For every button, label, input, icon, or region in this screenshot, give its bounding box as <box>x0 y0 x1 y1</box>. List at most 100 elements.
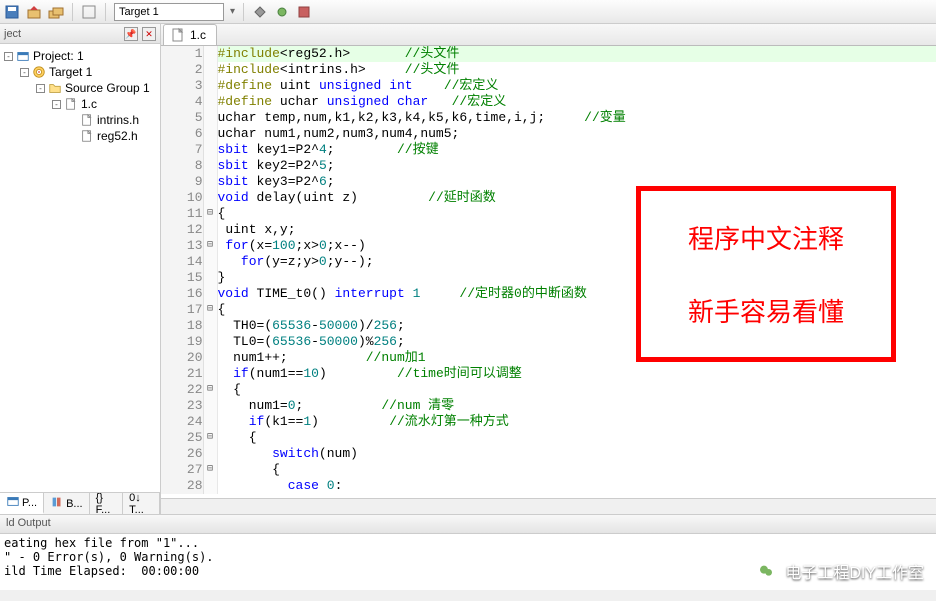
code-line[interactable]: 2#include<intrins.h> //头文件 <box>161 62 936 78</box>
sidebar-tab[interactable]: {} F... <box>90 493 124 514</box>
tree-item[interactable]: - Target 1 <box>0 64 160 80</box>
code-content[interactable]: if(num1==10) //time时间可以调整 <box>217 366 936 382</box>
code-line[interactable]: 6uchar num1,num2,num3,num4,num5; <box>161 126 936 142</box>
code-editor[interactable]: 1#include<reg52.h> //头文件2#include<intrin… <box>161 46 936 498</box>
code-content[interactable]: #include<reg52.h> //头文件 <box>217 46 936 62</box>
tree-item[interactable]: -1.c <box>0 96 160 112</box>
code-content[interactable]: { <box>217 382 936 398</box>
translate-icon[interactable] <box>81 4 97 20</box>
code-line[interactable]: 28 case 0: <box>161 478 936 494</box>
fold-icon[interactable]: ⊟ <box>203 382 217 398</box>
configure-icon[interactable] <box>274 4 290 20</box>
tree-item-label: Target 1 <box>49 65 92 79</box>
main-toolbar: ▾ <box>0 0 936 24</box>
file-tab-1c[interactable]: 1.c <box>163 24 217 45</box>
code-line[interactable]: 26 switch(num) <box>161 446 936 462</box>
tree-item-label: Source Group 1 <box>65 81 150 95</box>
code-line[interactable]: 23 num1=0; //num 清零 <box>161 398 936 414</box>
code-content[interactable]: switch(num) <box>217 446 936 462</box>
code-content[interactable]: #define uchar unsigned char //宏定义 <box>217 94 936 110</box>
code-line[interactable]: 1#include<reg52.h> //头文件 <box>161 46 936 62</box>
fold-icon <box>203 222 217 238</box>
fold-icon[interactable]: ⊟ <box>203 302 217 318</box>
sidebar-close-icon[interactable]: ✕ <box>142 27 156 41</box>
tree-expand-icon[interactable]: - <box>4 52 13 61</box>
line-number: 26 <box>161 446 203 462</box>
code-content[interactable]: uchar temp,num,k1,k2,k3,k4,k5,k6,time,i,… <box>217 110 936 126</box>
sidebar-tab-label: 0↓ T... <box>129 492 153 516</box>
fold-icon[interactable]: ⊟ <box>203 462 217 478</box>
tree-item[interactable]: - Source Group 1 <box>0 80 160 96</box>
target-combo[interactable] <box>114 3 224 21</box>
line-number: 22 <box>161 382 203 398</box>
output-header: ld Output <box>0 514 936 534</box>
code-line[interactable]: 7 sbit key1=P2^4; //按键 <box>161 142 936 158</box>
file-icon <box>80 113 94 127</box>
tree-expand-icon[interactable]: - <box>36 84 45 93</box>
line-number: 7 <box>161 142 203 158</box>
save-icon[interactable] <box>4 4 20 20</box>
tree-item[interactable]: - Project: 1 <box>0 48 160 64</box>
fold-icon[interactable]: ⊟ <box>203 430 217 446</box>
code-content[interactable]: #define uint unsigned int //宏定义 <box>217 78 936 94</box>
line-number: 8 <box>161 158 203 174</box>
code-content[interactable]: { <box>217 462 936 478</box>
code-line[interactable]: 5 uchar temp,num,k1,k2,k3,k4,k5,k6,time,i… <box>161 110 936 126</box>
tree-expand-icon[interactable]: - <box>52 100 61 109</box>
sidebar-tab[interactable]: 0↓ T... <box>123 493 160 514</box>
fold-icon <box>203 318 217 334</box>
code-line[interactable]: 27⊟ { <box>161 462 936 478</box>
fold-icon[interactable]: ⊟ <box>203 206 217 222</box>
code-line[interactable]: 22⊟ { <box>161 382 936 398</box>
fold-icon <box>203 190 217 206</box>
tree-expand-icon[interactable]: - <box>20 68 29 77</box>
line-number: 21 <box>161 366 203 382</box>
watermark-text: 电子工程DIY工作室 <box>785 559 924 583</box>
tree-item-label: Project: 1 <box>33 49 84 63</box>
file-icon <box>80 129 94 143</box>
code-content[interactable]: sbit key2=P2^5; <box>217 158 936 174</box>
line-number: 24 <box>161 414 203 430</box>
line-number: 20 <box>161 350 203 366</box>
build-icon[interactable] <box>26 4 42 20</box>
code-content[interactable]: { <box>217 430 936 446</box>
tree-item[interactable]: intrins.h <box>0 112 160 128</box>
fold-icon[interactable]: ⊟ <box>203 238 217 254</box>
proj-icon <box>16 49 30 63</box>
rebuild-icon[interactable] <box>48 4 64 20</box>
code-line[interactable]: 8 sbit key2=P2^5; <box>161 158 936 174</box>
fold-icon <box>203 270 217 286</box>
sidebar-tab-label: P... <box>22 497 37 509</box>
sidebar-tab[interactable]: P... <box>0 493 44 514</box>
code-content[interactable]: uchar num1,num2,num3,num4,num5; <box>217 126 936 142</box>
options-icon[interactable] <box>252 4 268 20</box>
line-number: 3 <box>161 78 203 94</box>
horizontal-scrollbar[interactable] <box>161 498 936 514</box>
line-number: 23 <box>161 398 203 414</box>
code-line[interactable]: 3 #define uint unsigned int //宏定义 <box>161 78 936 94</box>
line-number: 19 <box>161 334 203 350</box>
code-line[interactable]: 25⊟ { <box>161 430 936 446</box>
file-tab-label: 1.c <box>190 28 206 42</box>
sidebar-tab[interactable]: B... <box>44 493 90 514</box>
code-line[interactable]: 4#define uchar unsigned char //宏定义 <box>161 94 936 110</box>
sidebar-pin-icon[interactable]: 📌 <box>124 27 138 41</box>
project-tree[interactable]: -Project: 1-Target 1-Source Group 1-1.ci… <box>0 44 160 492</box>
line-number: 17 <box>161 302 203 318</box>
code-content[interactable]: sbit key1=P2^4; //按键 <box>217 142 936 158</box>
fold-icon <box>203 446 217 462</box>
code-content[interactable]: #include<intrins.h> //头文件 <box>217 62 936 78</box>
manage-icon[interactable] <box>296 4 312 20</box>
tree-item[interactable]: reg52.h <box>0 128 160 144</box>
sidebar-title: ject <box>4 28 21 40</box>
sidebar-header: ject 📌 ✕ <box>0 24 160 44</box>
code-content[interactable]: case 0: <box>217 478 936 494</box>
code-line[interactable]: 24 if(k1==1) //流水灯第一种方式 <box>161 414 936 430</box>
annotation-overlay: 程序中文注释 新手容易看懂 <box>636 186 896 362</box>
line-number: 5 <box>161 110 203 126</box>
line-number: 13 <box>161 238 203 254</box>
code-content[interactable]: num1=0; //num 清零 <box>217 398 936 414</box>
code-content[interactable]: if(k1==1) //流水灯第一种方式 <box>217 414 936 430</box>
line-number: 11 <box>161 206 203 222</box>
code-line[interactable]: 21 if(num1==10) //time时间可以调整 <box>161 366 936 382</box>
